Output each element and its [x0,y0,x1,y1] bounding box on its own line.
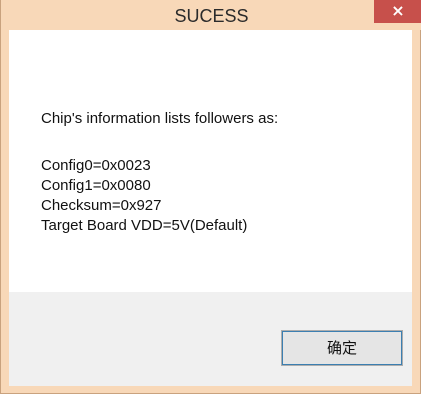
window-title: SUCESS [174,6,249,26]
ok-button[interactable]: 确定 [281,330,403,366]
button-bar: 确定 [9,292,412,386]
close-icon: × [391,1,405,20]
title-bar[interactable]: SUCESS × [1,0,421,30]
dialog-window: SUCESS × Chip's information lists follow… [0,0,421,394]
dialog-client-area: Chip's information lists followers as: C… [9,30,412,386]
config1-line: Config1=0x0080 [41,177,151,194]
message-text: Chip's information lists followers as: [41,110,279,127]
target-vdd-line: Target Board VDD=5V(Default) [41,217,248,234]
chip-info-list: Config0=0x0023 Config1=0x0080 Checksum=0… [41,156,247,236]
config0-line: Config0=0x0023 [41,157,151,174]
message-area: Chip's information lists followers as: C… [9,30,412,292]
checksum-line: Checksum=0x927 [41,197,162,214]
close-button[interactable]: × [374,0,421,23]
